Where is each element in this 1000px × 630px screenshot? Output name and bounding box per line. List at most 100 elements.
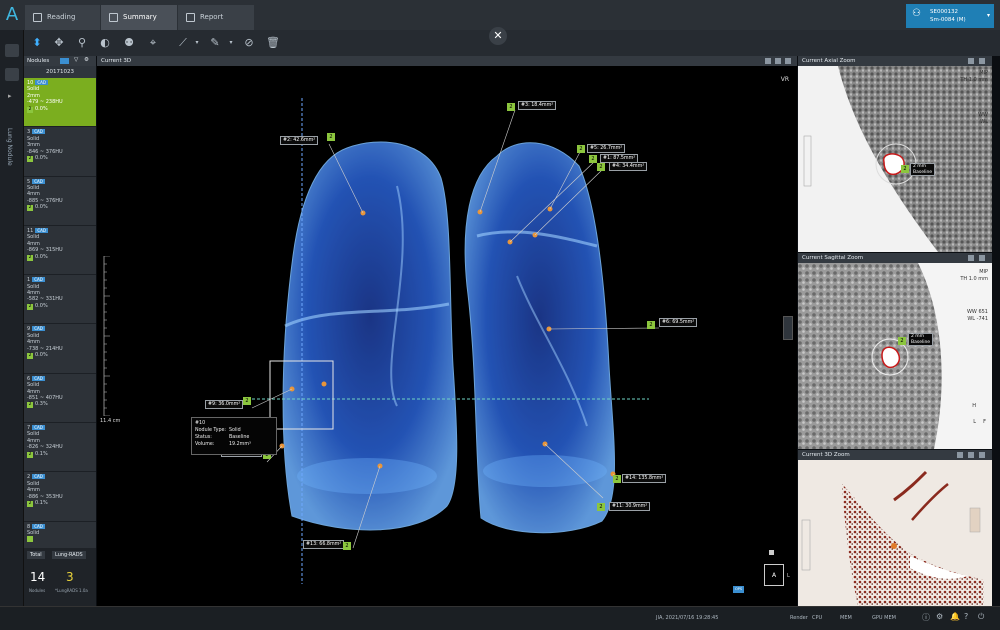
sagittal-dir-f: F [983, 419, 986, 425]
remove-annotation-icon[interactable]: ⊘ [242, 36, 256, 50]
layout-icon[interactable] [957, 452, 963, 458]
nodule-list-item[interactable]: 6 CAD Solid 4mm -851 ~ 407HU 2 0.3% [24, 373, 96, 424]
save-icon[interactable] [979, 58, 985, 64]
info-volume-value: 19.2mm³ [229, 442, 251, 447]
cad-tag: CAD [32, 375, 45, 381]
3d-zoom-panel[interactable]: Current 3D Zoom [798, 450, 992, 606]
nodule-callout-badge: 2 [647, 321, 655, 329]
patient-selector[interactable]: ⚇ SE000132 Sm-0084 (M) ▾ [906, 4, 994, 28]
summary-icon [109, 13, 118, 22]
lungrads-label: Lung-RADS [52, 551, 86, 559]
sagittal-zoom-panel[interactable]: Current Sagittal Zoom 2 2 mm Baseline MIP… [798, 253, 992, 449]
chevron-down-icon[interactable]: ▾ [190, 36, 204, 50]
ruler-icon[interactable]: ⟋ [176, 36, 190, 50]
close-icon[interactable]: ✕ [489, 27, 507, 45]
filter-icon[interactable]: ▽ [74, 57, 78, 63]
tab-summary[interactable]: Summary [101, 5, 177, 30]
nodule-info-tooltip: #10 Nodule Type: Solid Status: Baseline Vo… [191, 417, 277, 455]
nodule-callout-label[interactable]: #14: 135.8mm² [622, 474, 667, 483]
nodule-pct-row: 2 0.0% [27, 303, 93, 310]
cad-tag: CAD [32, 129, 45, 135]
total-count: 14 [30, 570, 46, 584]
layout-icon[interactable] [765, 58, 771, 64]
sagittal-ovl-2: TH 1.0 mm [960, 276, 988, 282]
nodule-pct-row: 2 0.0% [27, 352, 93, 360]
lungrads-badge: 2 [27, 254, 33, 261]
side-handle[interactable] [783, 316, 793, 340]
settings-icon[interactable]: ⚙ [936, 612, 943, 621]
tab-summary-label: Summary [123, 13, 157, 21]
tab-reading-label: Reading [47, 13, 76, 21]
nodule-callout-badge: 2 [577, 145, 585, 153]
trash-icon[interactable]: 🗑 [266, 36, 280, 50]
tab-report[interactable]: Report [178, 5, 254, 30]
crosshair-icon[interactable]: ⌖ [146, 36, 160, 50]
nodule-callout-label[interactable]: #13: 66.8mm² [303, 540, 345, 549]
sagittal-ovl-1: MIP [979, 269, 988, 275]
pan-tool-icon[interactable]: ✥ [52, 36, 66, 50]
copy-icon[interactable] [785, 58, 791, 64]
nodule-list-item[interactable]: 9 CAD Solid 4mm -738 ~ 214HU 2 0.0% [24, 324, 96, 374]
nodule-list-item[interactable]: 2 CAD Solid 4mm -886 ~ 353HU 2 0.1% [24, 472, 96, 522]
nodule-pct: 0.0% [35, 204, 48, 211]
nodule-list-item[interactable]: 7 CAD Solid 4mm -826 ~ 324HU 2 0.1% [24, 423, 96, 473]
nodule-callout-label[interactable]: #3: 18.4mm² [518, 101, 557, 110]
sagittal-ww: WW 651 [966, 309, 988, 315]
info-type-value: Solid [229, 428, 241, 433]
nodule-list-item[interactable]: 11 CAD Solid 4mm -869 ~ 315HU 2 0.0% [24, 225, 96, 276]
zoom-tool-icon[interactable]: ⚲ [75, 36, 89, 50]
rail-grid-icon[interactable] [5, 44, 19, 57]
tab-reading[interactable]: Reading [25, 5, 100, 30]
nodule-list-item[interactable]: 5 CAD Solid 4mm -885 ~ 376HU 2 0.0% [24, 176, 96, 226]
chevron-down-icon[interactable]: ▾ [224, 36, 238, 50]
nodule-dot[interactable] [321, 381, 327, 387]
info-volume-label: Volume: [195, 442, 215, 447]
cad-tag: CAD [32, 178, 45, 184]
save-icon[interactable] [775, 58, 781, 64]
nodule-list-item[interactable]: 10 CAD Solid 2mm -479 ~ 238HU 2 0.0% [24, 78, 96, 128]
save-icon[interactable] [979, 255, 985, 261]
orientation-cube[interactable]: A [764, 564, 784, 586]
lungrads-value: 3 [66, 570, 74, 584]
3d-zoom-title-text: Current 3D Zoom [802, 452, 850, 458]
nodule-list-item[interactable]: 1 CAD Solid 4mm -582 ~ 331HU 2 0.0% [24, 275, 96, 325]
annotation-icon[interactable]: ✎ [208, 36, 222, 50]
nodule-pct: 0.0% [35, 352, 48, 359]
nodule-list-item[interactable]: 3 CAD Solid 3mm -846 ~ 376HU 2 0.0% [24, 127, 96, 177]
info-icon[interactable]: ⓘ [922, 612, 930, 623]
nodule-callout-label[interactable]: #11: 30.9mm² [609, 502, 651, 511]
nodule-callout-label[interactable]: #5: 26.7mm² [587, 144, 626, 153]
pointer-tool-icon[interactable]: ⬍ [30, 36, 44, 50]
copy-icon[interactable] [968, 58, 974, 64]
nodule-pct-row: 2 0.3% [27, 401, 93, 409]
axial-image [798, 66, 992, 252]
nodule-callout-label[interactable]: #2: 42.6mm² [280, 136, 319, 145]
settings-icon[interactable]: ⚙ [84, 57, 89, 63]
copy-icon[interactable] [968, 255, 974, 261]
bell-icon[interactable]: 🔔 [950, 612, 960, 621]
nodule-callout-badge: 2 [597, 163, 605, 171]
status-bar: JIA, 2021/07/16 19:28:45 Render CPU MEM … [0, 606, 1000, 630]
copy-icon[interactable] [968, 452, 974, 458]
sagittal-overlay: MIP TH 1.0 mm [960, 269, 988, 283]
cad-filter-toggle[interactable] [60, 58, 69, 64]
sagittal-overlay-2: WW 651 WL -741 [967, 309, 988, 323]
nodule-callout-label[interactable]: #6: 69.5mm² [659, 318, 698, 327]
sagittal-dir-l: L [973, 419, 976, 425]
axial-zoom-panel[interactable]: Current Axial Zoom 2 2 mm Baseline MIP TH … [798, 56, 992, 252]
chevron-down-icon: ▾ [986, 12, 990, 19]
help-icon[interactable]: ? [964, 612, 968, 621]
nodule-pct: 0.1% [35, 450, 48, 457]
nodule-callout-badge: 2 [327, 133, 335, 141]
3d-viewport[interactable]: Current 3D VR #2: 42.6mm² 2 #3: 18.4mm² … [97, 56, 797, 606]
expand-arrow-icon[interactable]: ▸ [8, 92, 12, 100]
nodule-callout-label[interactable]: #9: 36.0mm² [205, 400, 244, 409]
save-icon[interactable] [979, 452, 985, 458]
status-render: Render [790, 615, 808, 621]
power-icon[interactable]: ⏻ [978, 612, 984, 622]
add-nodule-icon[interactable]: ⚉ [122, 36, 136, 50]
rail-list-icon[interactable] [5, 68, 19, 81]
window-level-icon[interactable]: ◐ [98, 36, 112, 50]
nodule-callout-label[interactable]: #4: 34.4mm² [609, 162, 648, 171]
axial-ovl-2: TH 1.0 mm [960, 77, 988, 83]
